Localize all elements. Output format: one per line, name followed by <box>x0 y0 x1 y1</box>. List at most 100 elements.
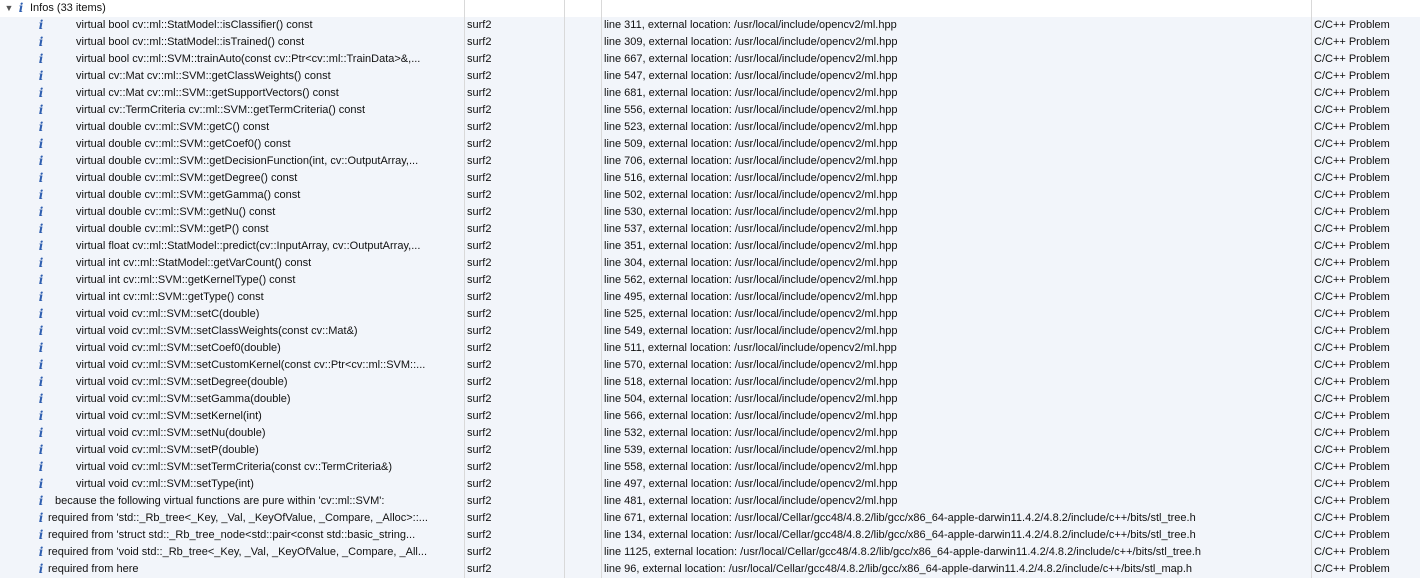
table-row[interactable]: i virtual double cv::ml::SVM::getCoef0() … <box>0 136 1420 153</box>
location-cell: line 671, external location: /usr/local/… <box>602 510 1312 527</box>
type-cell: C/C++ Problem <box>1314 206 1390 218</box>
path-cell <box>565 153 602 170</box>
info-icon: i <box>38 545 44 559</box>
group-row-infos[interactable]: ▼ i Infos (33 items) <box>0 0 1420 17</box>
type-cell: C/C++ Problem <box>1314 172 1390 184</box>
table-row[interactable]: i virtual void cv::ml::SVM::setKernel(int… <box>0 408 1420 425</box>
table-row[interactable]: i virtual bool cv::ml::SVM::trainAuto(con… <box>0 51 1420 68</box>
resource-cell: surf2 <box>465 561 565 578</box>
disclosure-triangle-icon[interactable]: ▼ <box>2 0 16 17</box>
description-cell: i virtual void cv::ml::SVM::setGamma(doub… <box>0 391 465 408</box>
path-cell <box>565 459 602 476</box>
location-cell: line 495, external location: /usr/local/… <box>602 289 1312 306</box>
resource-cell: surf2 <box>465 442 565 459</box>
table-row[interactable]: i virtual double cv::ml::SVM::getDegree()… <box>0 170 1420 187</box>
type-cell: C/C++ Problem <box>1314 376 1390 388</box>
resource-cell: surf2 <box>465 425 565 442</box>
type-cell: C/C++ Problem <box>1314 359 1390 371</box>
type-cell: C/C++ Problem <box>1314 393 1390 405</box>
info-icon: i <box>38 120 44 134</box>
location-cell: line 530, external location: /usr/local/… <box>602 204 1312 221</box>
resource-cell: surf2 <box>465 119 565 136</box>
table-row[interactable]: i virtual cv::Mat cv::ml::SVM::getClassWe… <box>0 68 1420 85</box>
description-text: because the following virtual functions … <box>55 495 385 507</box>
table-row[interactable]: i virtual void cv::ml::SVM::setType(int) s… <box>0 476 1420 493</box>
table-row[interactable]: i virtual void cv::ml::SVM::setGamma(doub… <box>0 391 1420 408</box>
table-row[interactable]: i required from here surf2 line 96, externa… <box>0 561 1420 578</box>
table-row[interactable]: i required from 'struct std::_Rb_tree_nod… <box>0 527 1420 544</box>
info-icon: i <box>38 477 44 491</box>
table-row[interactable]: i virtual void cv::ml::SVM::setTermCriter… <box>0 459 1420 476</box>
path-cell <box>565 493 602 510</box>
path-cell <box>565 425 602 442</box>
info-icon: i <box>38 511 44 525</box>
resource-cell: surf2 <box>465 17 565 34</box>
description-text: virtual double cv::ml::SVM::getC() const <box>76 121 270 133</box>
resource-cell: surf2 <box>465 238 565 255</box>
location-cell: line 509, external location: /usr/local/… <box>602 136 1312 153</box>
location-cell: line 481, external location: /usr/local/… <box>602 493 1312 510</box>
info-icon: i <box>38 137 44 151</box>
table-row[interactable]: i virtual bool cv::ml::StatModel::isTrain… <box>0 34 1420 51</box>
table-row[interactable]: i virtual void cv::ml::SVM::setNu(double)… <box>0 425 1420 442</box>
table-row[interactable]: i virtual int cv::ml::SVM::getType() cons… <box>0 289 1420 306</box>
table-row[interactable]: i virtual float cv::ml::StatModel::predic… <box>0 238 1420 255</box>
problems-table: ▼ i Infos (33 items) i virtual bool cv::m… <box>0 0 1420 578</box>
table-row[interactable]: i virtual void cv::ml::SVM::setClassWeigh… <box>0 323 1420 340</box>
table-row[interactable]: i required from 'void std::_Rb_tree<_Key,… <box>0 544 1420 561</box>
info-icon: i <box>38 103 44 117</box>
table-row[interactable]: i virtual double cv::ml::SVM::getDecision… <box>0 153 1420 170</box>
description-text: virtual cv::TermCriteria cv::ml::SVM::ge… <box>76 104 366 116</box>
info-icon: i <box>38 409 44 423</box>
description-cell: i virtual void cv::ml::SVM::setC(double) <box>0 306 465 323</box>
description-text: virtual float cv::ml::StatModel::predict… <box>76 240 421 252</box>
info-icon: i <box>38 562 44 576</box>
table-row[interactable]: i virtual void cv::ml::SVM::setCoef0(doub… <box>0 340 1420 357</box>
description-cell: i virtual void cv::ml::SVM::setCoef0(doub… <box>0 340 465 357</box>
table-row[interactable]: i virtual void cv::ml::SVM::setCustomKern… <box>0 357 1420 374</box>
type-cell: C/C++ Problem <box>1314 478 1390 490</box>
resource-cell: surf2 <box>465 323 565 340</box>
table-row[interactable]: i required from 'std::_Rb_tree<_Key, _Val… <box>0 510 1420 527</box>
path-cell <box>565 323 602 340</box>
path-cell <box>565 476 602 493</box>
location-cell: line 681, external location: /usr/local/… <box>602 85 1312 102</box>
location-cell: line 304, external location: /usr/local/… <box>602 255 1312 272</box>
table-row[interactable]: i virtual double cv::ml::SVM::getNu() con… <box>0 204 1420 221</box>
table-row[interactable]: i virtual cv::TermCriteria cv::ml::SVM::g… <box>0 102 1420 119</box>
table-row[interactable]: i virtual int cv::ml::SVM::getKernelType(… <box>0 272 1420 289</box>
path-cell <box>565 68 602 85</box>
description-text: virtual void cv::ml::SVM::setCoef0(doubl… <box>76 342 281 354</box>
table-row[interactable]: i virtual double cv::ml::SVM::getGamma() … <box>0 187 1420 204</box>
description-cell: i virtual void cv::ml::SVM::setTermCriter… <box>0 459 465 476</box>
type-cell: C/C++ Problem <box>1314 87 1390 99</box>
table-row[interactable]: i virtual int cv::ml::StatModel::getVarCo… <box>0 255 1420 272</box>
description-cell: i virtual bool cv::ml::StatModel::isTrain… <box>0 34 465 51</box>
type-cell: C/C++ Problem <box>1314 495 1390 507</box>
table-row[interactable]: i virtual double cv::ml::SVM::getP() cons… <box>0 221 1420 238</box>
resource-cell: surf2 <box>465 374 565 391</box>
location-cell: line 558, external location: /usr/local/… <box>602 459 1312 476</box>
description-text: virtual void cv::ml::SVM::setGamma(doubl… <box>76 393 291 405</box>
info-icon: i <box>38 86 44 100</box>
path-cell <box>565 306 602 323</box>
description-cell: i required from 'void std::_Rb_tree<_Key,… <box>0 544 465 561</box>
info-icon: i <box>38 205 44 219</box>
type-cell: C/C++ Problem <box>1314 563 1390 575</box>
description-text: virtual bool cv::ml::StatModel::isTraine… <box>76 36 305 48</box>
table-row[interactable]: i because the following virtual functions… <box>0 493 1420 510</box>
table-row[interactable]: i virtual void cv::ml::SVM::setDegree(dou… <box>0 374 1420 391</box>
description-cell: i required from 'struct std::_Rb_tree_nod… <box>0 527 465 544</box>
description-text: virtual void cv::ml::SVM::setP(double) <box>76 444 259 456</box>
info-icon: i <box>38 171 44 185</box>
table-row[interactable]: i virtual double cv::ml::SVM::getC() cons… <box>0 119 1420 136</box>
location-cell: line 570, external location: /usr/local/… <box>602 357 1312 374</box>
table-row[interactable]: i virtual void cv::ml::SVM::setC(double) s… <box>0 306 1420 323</box>
table-row[interactable]: i virtual void cv::ml::SVM::setP(double) s… <box>0 442 1420 459</box>
description-cell: i because the following virtual functions… <box>0 493 465 510</box>
resource-cell: surf2 <box>465 136 565 153</box>
description-cell: i virtual void cv::ml::SVM::setDegree(dou… <box>0 374 465 391</box>
table-row[interactable]: i virtual bool cv::ml::StatModel::isClass… <box>0 17 1420 34</box>
description-text: virtual void cv::ml::SVM::setNu(double) <box>76 427 266 439</box>
table-row[interactable]: i virtual cv::Mat cv::ml::SVM::getSupport… <box>0 85 1420 102</box>
